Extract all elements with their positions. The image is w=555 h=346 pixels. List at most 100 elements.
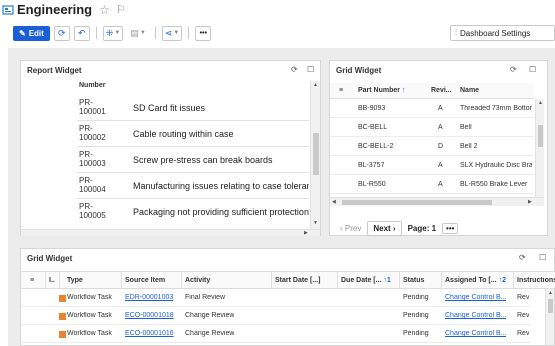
table-row[interactable]: BL-R550 A BL-R550 Brake Lever [330, 176, 534, 194]
edit-button[interactable]: ✎ Edit [13, 25, 50, 41]
scroll-right-icon[interactable]: ▶ [528, 199, 532, 205]
widget-title: Grid Widget [27, 254, 73, 263]
pagination: ‹ Prev Next › Page: 1 ••• [340, 221, 459, 236]
chevron-down-icon: ▼ [139, 30, 146, 36]
assigned-to-link[interactable]: Change Control B... [445, 330, 506, 337]
table-row[interactable]: BB-9093 A Threaded 73mm Bottom [330, 100, 534, 118]
grid-widget-tasks: Grid Widget ⟳ ☐ ≡ I.. Type Source Item A… [20, 248, 555, 346]
column-header-due-date[interactable]: Due Date [... ↑1 [341, 277, 391, 284]
widget-title: Grid Widget [336, 66, 382, 75]
grid-widget-parts: Grid Widget ⟳ ☐ ≡ Part Number ↑ Revi... … [329, 60, 548, 236]
vertical-scrollbar[interactable]: ▲ [545, 289, 554, 345]
layout-button[interactable]: ⁜ ▼ [102, 25, 124, 41]
layout-icon: ⁜ [105, 27, 114, 38]
source-item-link[interactable]: ECO-00001016 [125, 330, 174, 337]
table-row[interactable]: Workflow Task ECO-00001016 Change Review… [21, 326, 531, 343]
scroll-up-icon[interactable]: ▲ [548, 290, 553, 296]
workflow-task-icon [59, 331, 66, 338]
share-icon: ⋖ [164, 27, 173, 38]
source-item-link[interactable]: ECO-00001018 [125, 312, 174, 319]
chevron-down-icon: ▼ [173, 30, 180, 36]
more-button[interactable]: ••• [442, 223, 459, 234]
refresh-icon[interactable]: ⟳ [519, 253, 526, 262]
maximize-icon[interactable]: ☐ [307, 65, 314, 74]
page-title: Engineering ☆ ⚐ [2, 2, 126, 17]
scroll-down-icon[interactable]: ▼ [313, 220, 318, 226]
star-icon[interactable]: ☆ [99, 3, 110, 17]
list-item[interactable]: PR- 100001 SD Card fit issues [77, 95, 309, 121]
undo-button[interactable]: ↶ [73, 25, 90, 41]
flag-icon[interactable]: ⚐ [116, 3, 126, 16]
next-page-button[interactable]: Next › [367, 221, 402, 236]
sort-up-icon: ↑ [401, 87, 406, 94]
share-button[interactable]: ⋖ ▼ [161, 25, 183, 41]
scroll-up-icon[interactable]: ▲ [538, 100, 543, 106]
source-item-link[interactable]: EDR-00001003 [125, 294, 173, 301]
maximize-icon[interactable]: ☐ [529, 65, 536, 74]
column-header-icon[interactable]: I.. [49, 277, 55, 284]
sliders-icon: ⫶ [455, 28, 457, 37]
column-header-source-item[interactable]: Source Item [125, 277, 165, 284]
chevron-down-icon: ▼ [114, 30, 121, 36]
column-header-assigned-to[interactable]: Assigned To [... ↑2 [445, 277, 506, 284]
refresh-icon[interactable]: ⟳ [291, 65, 298, 74]
toolbar-divider [154, 27, 156, 39]
column-header-activity[interactable]: Activity [185, 277, 210, 284]
page-title-text: Engineering [17, 2, 93, 17]
table-header: ≡ I.. Type Source Item Activity Start Da… [21, 271, 555, 289]
assigned-to-link[interactable]: Change Control B... [445, 294, 506, 301]
menu-icon[interactable]: ≡ [30, 277, 34, 284]
page-indicator: Page: 1 [407, 224, 437, 233]
table-row[interactable]: BC-BELL-2 D Bell 2 [330, 138, 534, 156]
table-row[interactable]: Workflow Task ECO-00001018 Change Review… [21, 308, 531, 325]
toolbar: ✎ Edit ⟳ ↶ ⁜ ▼ ▤ ▼ ⋖ ▼ ••• [13, 25, 212, 41]
pencil-icon: ✎ [19, 28, 26, 38]
dashboard-settings-button[interactable]: ⫶ Dashboard Settings [450, 25, 555, 41]
table-header: ≡ Part Number ↑ Revi... Name [330, 83, 534, 99]
refresh-icon[interactable]: ⟳ [510, 65, 517, 74]
list-item[interactable]: PR- 100003 Screw pre-stress can break boa… [77, 147, 309, 173]
list-item[interactable]: PR- 100005 Packaging not providing suffic… [77, 199, 309, 225]
prev-page-button[interactable]: ‹ Prev [340, 224, 361, 233]
clipboard-icon: ▤ [130, 27, 139, 38]
dashboard-icon [2, 4, 14, 15]
table-row[interactable]: Workflow Task EDR-00001003 Final Review … [21, 290, 531, 307]
workflow-task-icon [59, 313, 66, 320]
assigned-to-link[interactable]: Change Control B... [445, 312, 506, 319]
refresh-icon: ⟳ [58, 27, 66, 38]
maximize-icon[interactable]: ☐ [539, 253, 546, 262]
column-header: Number [79, 82, 106, 89]
vertical-scrollbar[interactable]: ▲ [535, 99, 544, 197]
table-row[interactable]: BC-BELL A Bell [330, 119, 534, 137]
scrollbar-thumb[interactable] [342, 200, 492, 205]
column-header-status[interactable]: Status [403, 277, 424, 284]
report-widget: Report Widget ⟳ ☐ Number PR- 100001 SD Ca… [20, 60, 321, 236]
undo-icon: ↶ [78, 27, 86, 38]
menu-icon[interactable]: ≡ [339, 87, 343, 94]
column-header-start-date[interactable]: Start Date [...] [275, 277, 321, 284]
scroll-up-icon[interactable]: ▲ [313, 82, 318, 88]
list-item[interactable]: PR- 100004 Manufacturing issues relating … [77, 173, 309, 199]
more-button[interactable]: ••• [195, 25, 212, 41]
scrollbar-thumb[interactable] [548, 299, 553, 313]
column-header-part-number[interactable]: Part Number ↑ [358, 87, 405, 94]
column-header-type[interactable]: Type [67, 277, 83, 284]
workflow-task-icon [59, 295, 66, 302]
vertical-scrollbar[interactable]: ▲ ▼ [310, 81, 320, 229]
scrollbar-thumb[interactable] [538, 125, 543, 147]
scroll-left-icon[interactable]: ◀ [332, 199, 336, 205]
list-item[interactable]: PR- 100002 Cable routing within case [77, 121, 309, 147]
column-header-revision[interactable]: Revi... [431, 87, 452, 94]
toolbar-divider [188, 27, 190, 39]
scroll-right-icon[interactable]: ▶ [304, 230, 308, 236]
table-row[interactable]: BL-3757 A SLX Hydraulic Disc Brake [330, 157, 534, 175]
toolbar-divider [95, 27, 97, 39]
column-header-instructions[interactable]: Instructions [517, 277, 555, 284]
horizontal-scrollbar[interactable]: ▶ [21, 229, 320, 236]
scrollbar-thumb[interactable] [313, 133, 319, 175]
column-header-name[interactable]: Name [460, 87, 479, 94]
widget-title: Report Widget [27, 66, 82, 75]
horizontal-scrollbar[interactable]: ◀ ▶ [330, 197, 544, 206]
clipboard-button[interactable]: ▤ ▼ [127, 25, 149, 41]
refresh-button[interactable]: ⟳ [53, 25, 70, 41]
